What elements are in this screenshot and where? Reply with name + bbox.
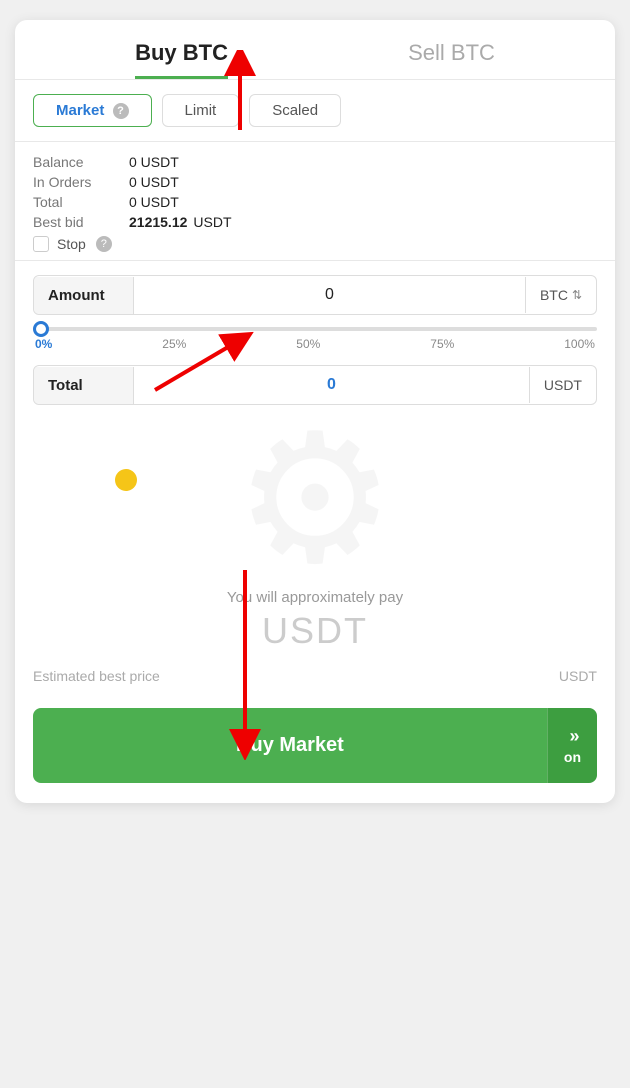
tab-limit[interactable]: Limit [162, 94, 240, 127]
estimated-currency: USDT [559, 668, 597, 684]
amount-value[interactable]: 0 [134, 276, 525, 314]
balance-value: 0 USDT [129, 154, 179, 170]
amount-currency[interactable]: BTC ⇅ [525, 277, 596, 313]
tab-buy[interactable]: Buy BTC [135, 40, 228, 79]
total-value[interactable]: 0 [134, 366, 529, 404]
stop-label: Stop [57, 236, 86, 252]
estimated-row: Estimated best price USDT [15, 668, 615, 698]
slider-track[interactable] [33, 327, 597, 331]
slider-label-50[interactable]: 50% [296, 337, 320, 351]
estimated-label: Estimated best price [33, 668, 160, 684]
fast-arrows-icon: » [569, 726, 575, 747]
stop-checkbox[interactable] [33, 236, 49, 252]
in-orders-value: 0 USDT [129, 174, 179, 190]
fast-label: on [564, 749, 581, 765]
trading-panel: Buy BTC Sell BTC Market ? Limit Scaled B… [15, 20, 615, 803]
yellow-dot [115, 469, 137, 491]
watermark-area: ⚙ [15, 419, 615, 579]
balance-info: Balance 0 USDT In Orders 0 USDT Total 0 … [15, 142, 615, 261]
amount-section: Amount 0 BTC ⇅ [15, 261, 615, 315]
help-icon-market[interactable]: ? [113, 103, 129, 119]
in-orders-label: In Orders [33, 174, 123, 190]
slider-labels: 0% 25% 50% 75% 100% [33, 337, 597, 351]
amount-slider-section: 0% 25% 50% 75% 100% [15, 327, 615, 365]
pay-info-section: You will approximately pay USDT [15, 579, 615, 668]
pay-amount: USDT [33, 610, 597, 652]
total-info-value: 0 USDT [129, 194, 179, 210]
balance-row: Balance 0 USDT [33, 154, 597, 170]
best-bid-value: 21215.12 [129, 214, 187, 230]
help-icon-stop[interactable]: ? [96, 236, 112, 252]
currency-arrows-icon: ⇅ [572, 288, 582, 302]
amount-field-box: Amount 0 BTC ⇅ [33, 275, 597, 315]
amount-label: Amount [34, 277, 134, 314]
slider-label-25[interactable]: 25% [162, 337, 186, 351]
slider-label-75[interactable]: 75% [430, 337, 454, 351]
slider-label-0[interactable]: 0% [35, 337, 52, 351]
tab-market[interactable]: Market ? [33, 94, 152, 127]
pay-info-text: You will approximately pay [33, 589, 597, 606]
slider-thumb[interactable] [33, 321, 49, 337]
in-orders-row: In Orders 0 USDT [33, 174, 597, 190]
total-field-box: Total 0 USDT [33, 365, 597, 405]
buy-button-row: Buy Market » on [33, 708, 597, 783]
total-currency: USDT [529, 367, 596, 403]
gear-watermark-icon: ⚙ [234, 419, 395, 579]
balance-label: Balance [33, 154, 123, 170]
buy-fast-button[interactable]: » on [547, 708, 597, 783]
buy-market-button[interactable]: Buy Market [33, 708, 547, 783]
best-bid-row: Best bid 21215.12 USDT [33, 214, 597, 230]
best-bid-currency: USDT [193, 214, 231, 230]
total-info-row: Total 0 USDT [33, 194, 597, 210]
tab-sell[interactable]: Sell BTC [408, 40, 495, 79]
total-label: Total [34, 367, 134, 404]
tab-scaled[interactable]: Scaled [249, 94, 341, 127]
buy-sell-tabs: Buy BTC Sell BTC [15, 20, 615, 80]
order-type-tabs: Market ? Limit Scaled [15, 80, 615, 142]
best-bid-label: Best bid [33, 214, 123, 230]
slider-container [33, 327, 597, 331]
slider-label-100[interactable]: 100% [564, 337, 595, 351]
total-info-label: Total [33, 194, 123, 210]
stop-row: Stop ? [33, 236, 597, 252]
